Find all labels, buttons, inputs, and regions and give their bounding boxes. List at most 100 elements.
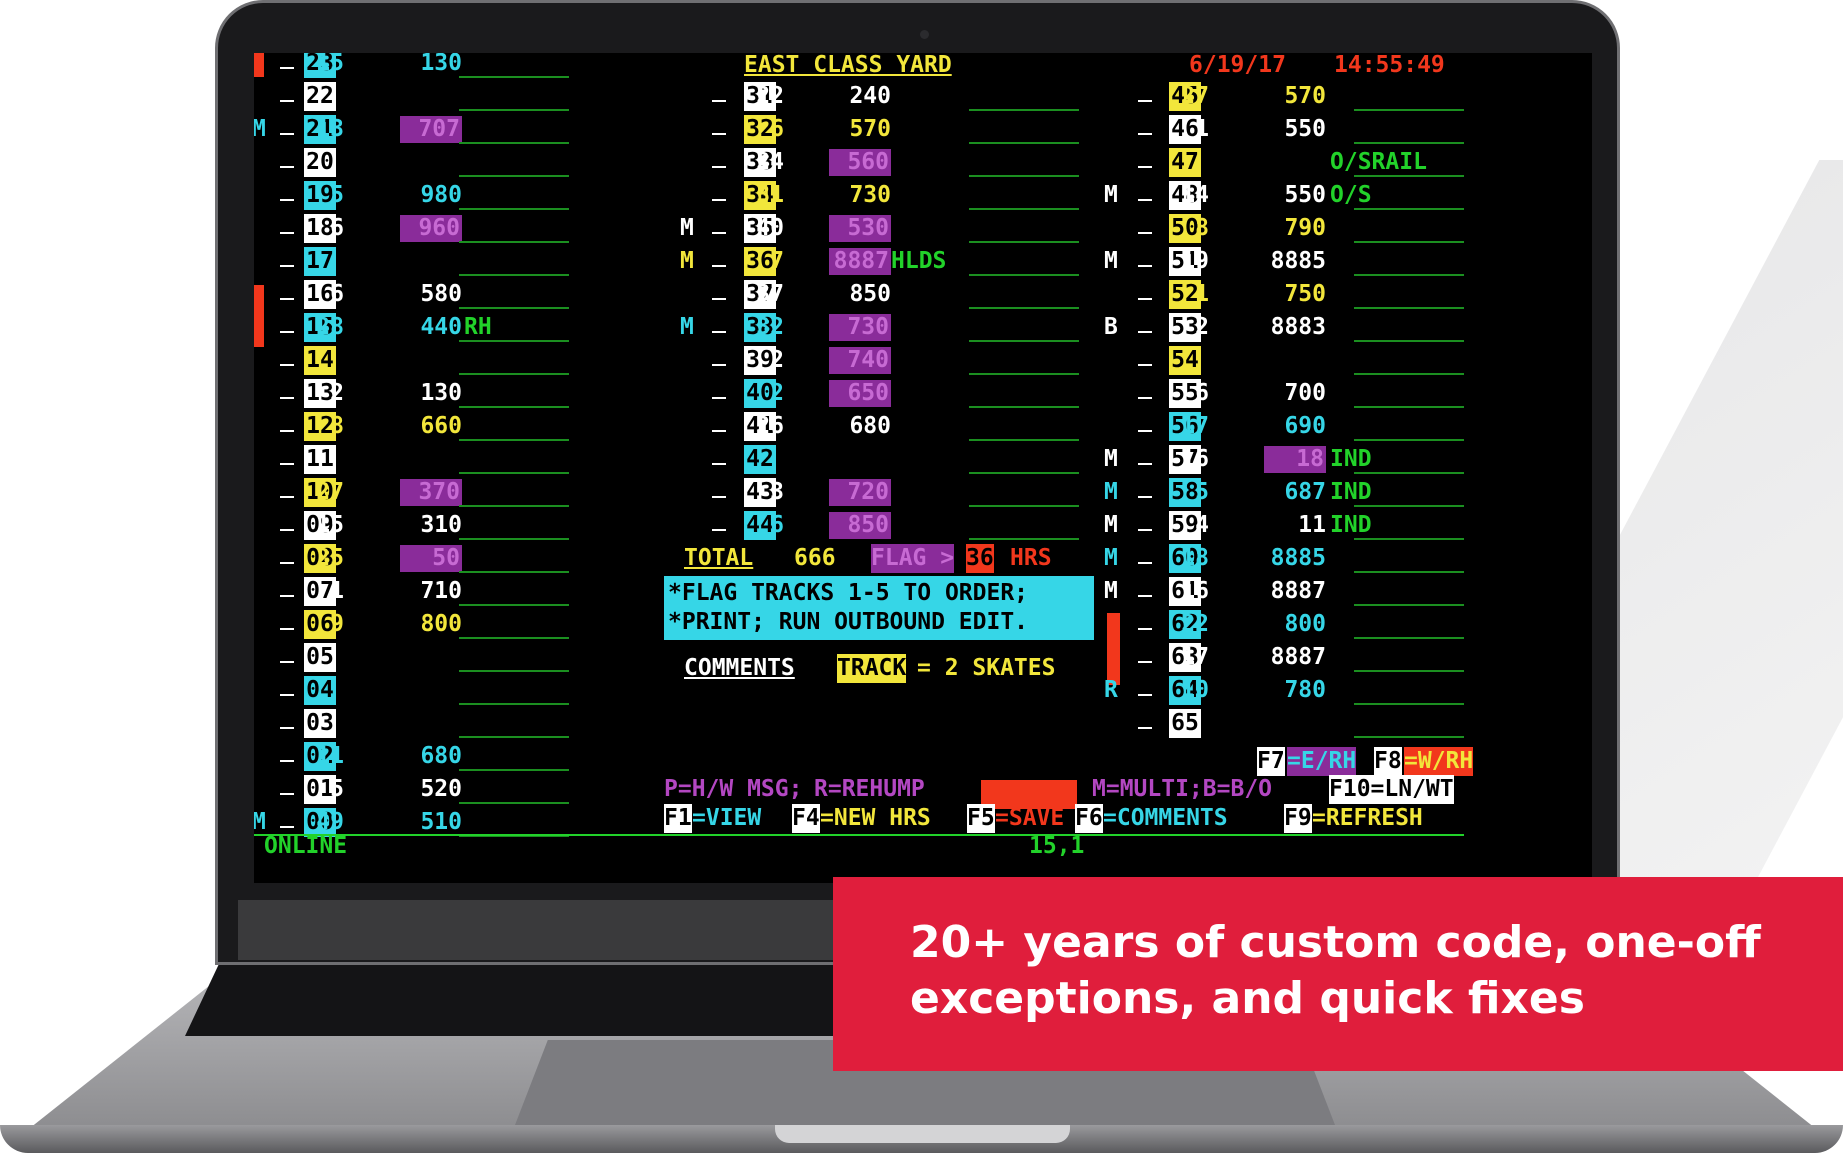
select-field[interactable]: [1138, 595, 1152, 597]
f10-key[interactable]: F10=LN/WT: [1329, 775, 1454, 804]
f7-key[interactable]: F7: [1257, 747, 1285, 776]
track-number[interactable]: 54: [1169, 346, 1201, 375]
select-field[interactable]: [280, 628, 294, 630]
select-field[interactable]: [280, 562, 294, 564]
select-field[interactable]: [280, 430, 294, 432]
car-count: 17: [1181, 644, 1209, 670]
select-field[interactable]: [1138, 529, 1152, 531]
select-field[interactable]: [1138, 298, 1152, 300]
select-field[interactable]: [712, 397, 726, 399]
select-field[interactable]: [1138, 199, 1152, 201]
f8-label[interactable]: =W/RH: [1404, 747, 1474, 776]
f6-key[interactable]: F6: [1075, 804, 1103, 833]
select-field[interactable]: [280, 232, 294, 234]
select-field[interactable]: [280, 826, 294, 828]
select-field[interactable]: [712, 496, 726, 498]
track-number[interactable]: 42: [744, 445, 776, 474]
select-field[interactable]: [1138, 166, 1152, 168]
f5-key[interactable]: F5: [967, 804, 995, 833]
select-field[interactable]: [280, 133, 294, 135]
select-field[interactable]: [1138, 661, 1152, 663]
select-field[interactable]: [1138, 100, 1152, 102]
select-field[interactable]: [280, 100, 294, 102]
track-underline: [459, 439, 569, 441]
select-field[interactable]: [1138, 397, 1152, 399]
f9-key[interactable]: F9: [1284, 804, 1312, 833]
track-number[interactable]: 05: [304, 643, 336, 672]
select-field[interactable]: [280, 331, 294, 333]
select-field[interactable]: [1138, 364, 1152, 366]
select-field[interactable]: [712, 265, 726, 267]
f7-label[interactable]: =E/RH: [1287, 747, 1357, 776]
track-underline: [459, 703, 569, 705]
track-number[interactable]: 04: [304, 676, 336, 705]
track-number[interactable]: 17: [304, 247, 336, 276]
select-field[interactable]: [1138, 232, 1152, 234]
select-field[interactable]: [1138, 562, 1152, 564]
car-count: 6: [1195, 380, 1209, 406]
f4-label[interactable]: =NEW HRS: [820, 804, 931, 833]
flag-value[interactable]: 36: [966, 544, 994, 573]
f8-key[interactable]: F8: [1374, 747, 1402, 776]
select-field[interactable]: [280, 463, 294, 465]
select-field[interactable]: [712, 133, 726, 135]
legend-multi: M=MULTI;B=B/O: [1092, 776, 1273, 802]
select-field[interactable]: [280, 595, 294, 597]
select-field[interactable]: [1138, 727, 1152, 729]
track-number[interactable]: 47: [1169, 148, 1201, 177]
select-field[interactable]: [280, 199, 294, 201]
select-field[interactable]: [280, 661, 294, 663]
select-field[interactable]: [280, 364, 294, 366]
select-field[interactable]: [280, 727, 294, 729]
track-note: O/S: [1330, 182, 1372, 208]
select-field[interactable]: [712, 232, 726, 234]
select-field[interactable]: [712, 529, 726, 531]
row-flag: M: [1104, 512, 1118, 538]
select-field[interactable]: [712, 298, 726, 300]
select-field[interactable]: [280, 397, 294, 399]
track-number[interactable]: 22: [304, 82, 336, 111]
track-underline: [969, 538, 1079, 540]
comments-label[interactable]: COMMENTS: [684, 654, 795, 683]
select-field[interactable]: [280, 793, 294, 795]
track-number[interactable]: 65: [1169, 709, 1201, 738]
select-field[interactable]: [712, 430, 726, 432]
f9-label[interactable]: =REFRESH: [1312, 804, 1423, 833]
track-number[interactable]: 11: [304, 445, 336, 474]
select-field[interactable]: [712, 364, 726, 366]
select-field[interactable]: [1138, 331, 1152, 333]
select-field[interactable]: [712, 166, 726, 168]
terminal-screen[interactable]: EAST CLASS YARD 6/19/17 14:55:49 23 15 130…: [254, 53, 1592, 883]
select-field[interactable]: [712, 199, 726, 201]
track-underline: [969, 307, 1079, 309]
f5-label[interactable]: =SAVE: [995, 804, 1064, 833]
select-field[interactable]: [280, 529, 294, 531]
f1-label[interactable]: =VIEW: [692, 804, 761, 833]
track-underline: [1354, 538, 1464, 540]
track-number[interactable]: 14: [304, 346, 336, 375]
select-field[interactable]: [712, 331, 726, 333]
select-field[interactable]: [1138, 628, 1152, 630]
track-underline: [969, 505, 1079, 507]
select-field[interactable]: [1138, 496, 1152, 498]
f4-key[interactable]: F4: [792, 804, 820, 833]
select-field[interactable]: [280, 298, 294, 300]
select-field[interactable]: [712, 100, 726, 102]
car-count: 5: [330, 776, 344, 802]
select-field[interactable]: [1138, 133, 1152, 135]
select-field[interactable]: [280, 496, 294, 498]
select-field[interactable]: [280, 760, 294, 762]
select-field[interactable]: [280, 265, 294, 267]
select-field[interactable]: [1138, 694, 1152, 696]
track-number[interactable]: 20: [304, 148, 336, 177]
select-field[interactable]: [280, 694, 294, 696]
f6-label[interactable]: =COMMENTS: [1103, 804, 1228, 833]
select-field[interactable]: [280, 67, 294, 69]
select-field[interactable]: [1138, 463, 1152, 465]
select-field[interactable]: [712, 463, 726, 465]
track-number[interactable]: 03: [304, 709, 336, 738]
select-field[interactable]: [1138, 430, 1152, 432]
select-field[interactable]: [280, 166, 294, 168]
select-field[interactable]: [1138, 265, 1152, 267]
f1-key[interactable]: F1: [664, 804, 692, 833]
